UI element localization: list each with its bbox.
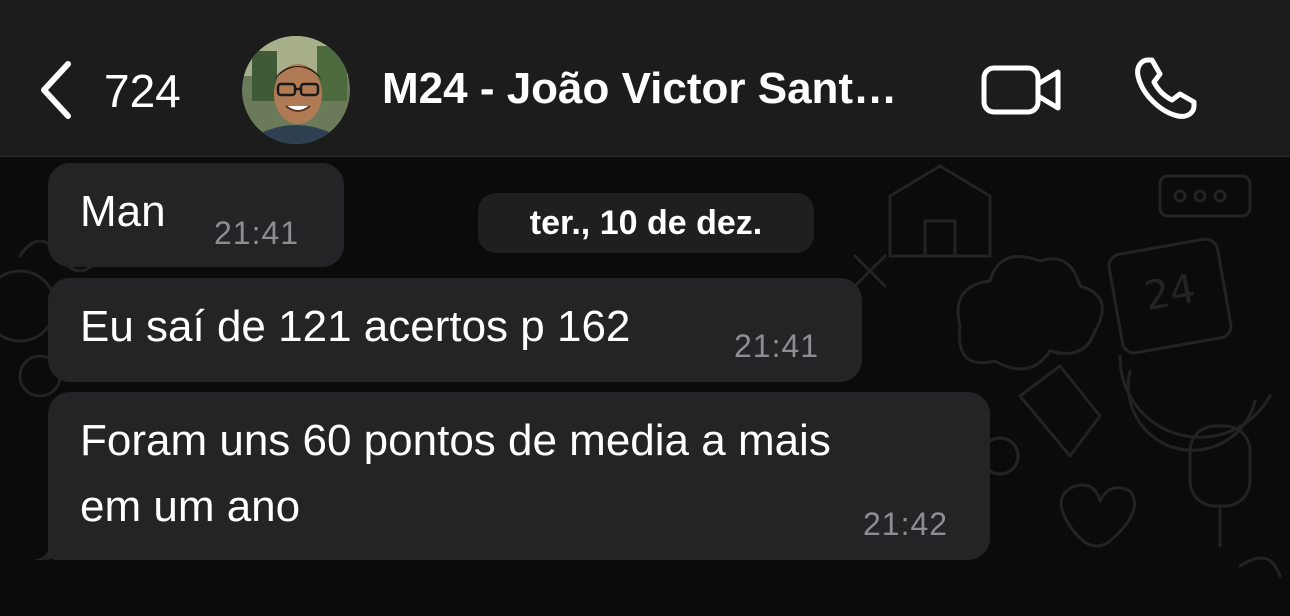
message-timestamp: 21:42: [863, 506, 949, 542]
date-separator: ter., 10 de dez.: [478, 193, 814, 253]
video-camera-icon[interactable]: [980, 62, 1064, 118]
message-bubble[interactable]: Man 21:41: [48, 163, 344, 267]
back-unread-count[interactable]: 724: [104, 64, 181, 118]
bubble-tail: [34, 520, 70, 561]
message-timestamp: 21:41: [734, 328, 820, 364]
svg-text:24: 24: [1141, 266, 1199, 320]
message-bubble[interactable]: Eu saí de 121 acertos p 162 21:41: [48, 278, 862, 382]
phone-icon[interactable]: [1130, 54, 1200, 124]
message-text: Man: [80, 187, 166, 236]
message-text: Eu saí de 121 acertos p 162: [80, 302, 631, 351]
contact-name[interactable]: M24 - João Victor Sant…: [382, 64, 952, 114]
message-bubble[interactable]: Foram uns 60 pontos de media a mais em u…: [48, 392, 990, 560]
message-text-line-2: em um ano: [80, 482, 301, 531]
chat-header: 724 M24 - João Victor Sant…: [0, 0, 1290, 157]
chevron-left-icon[interactable]: [36, 58, 76, 122]
message-text-line-1: Foram uns 60 pontos de media a mais: [80, 416, 831, 465]
message-timestamp: 21:41: [214, 215, 300, 251]
contact-avatar[interactable]: [242, 36, 350, 144]
